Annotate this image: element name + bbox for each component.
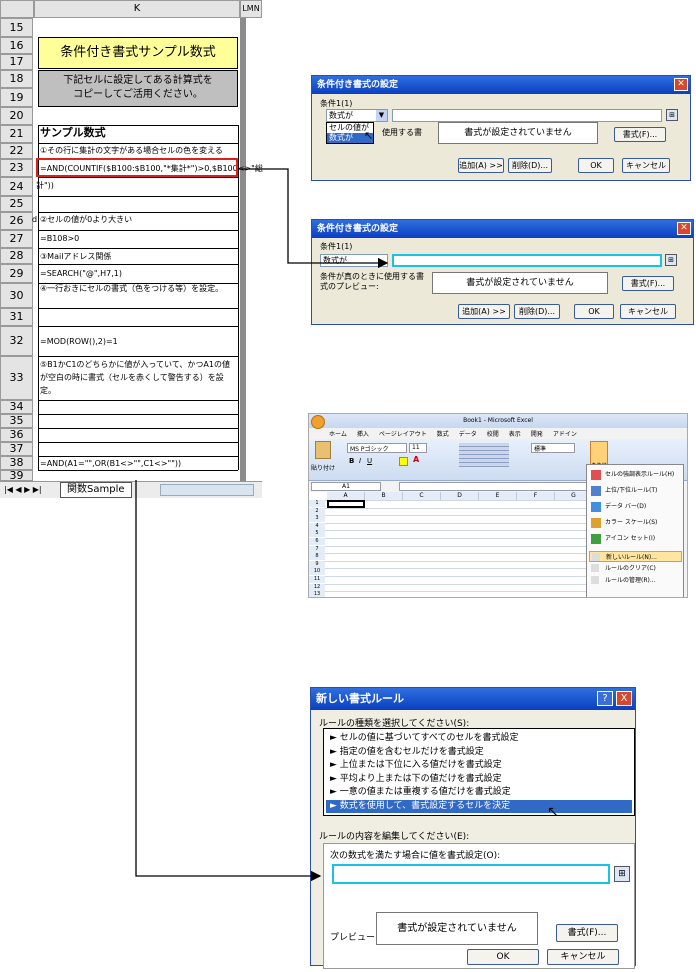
connector-arrows <box>135 168 389 882</box>
arrow-to-new-rule-dialog <box>135 480 322 882</box>
arrow-to-dialog-2 <box>238 168 389 269</box>
